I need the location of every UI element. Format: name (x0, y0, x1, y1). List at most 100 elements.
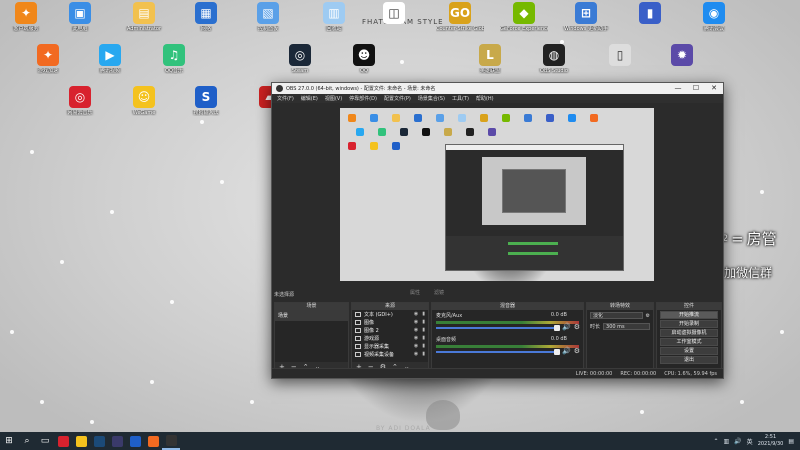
control-button[interactable]: 启动虚拟摄像机 (660, 329, 718, 337)
control-button[interactable]: 退出 (660, 356, 718, 364)
desktop-icon[interactable]: ◎ Steam (276, 44, 324, 74)
source-item[interactable]: 显示器采集 ◉ ▮ (352, 342, 428, 350)
desktop-icon[interactable]: S 搜狗输入法 (182, 86, 230, 116)
desktop-icon[interactable]: ✦ 客户端服务 (2, 2, 50, 32)
visibility-eye-icon[interactable]: ◉ (414, 335, 418, 341)
control-button[interactable]: 设置 (660, 347, 718, 355)
source-item[interactable]: 游戏源 ◉ ▮ (352, 334, 428, 342)
source-type-icon (355, 343, 361, 349)
slider-handle[interactable] (554, 349, 560, 355)
lock-icon[interactable]: ▮ (422, 319, 425, 325)
visibility-eye-icon[interactable]: ◉ (414, 327, 418, 333)
lock-icon[interactable]: ▮ (422, 327, 425, 333)
menu-item[interactable]: 场景集合(S) (418, 95, 445, 102)
desktop-icon[interactable]: ▶ 腾讯视频 (86, 44, 134, 74)
search-icon[interactable]: ⌕ (18, 432, 36, 450)
taskbar-app[interactable] (54, 432, 72, 450)
menu-item[interactable]: 文件(F) (277, 95, 294, 102)
source-item[interactable]: 文本 (GDI+) ◉ ▮ (352, 310, 428, 318)
desktop-icon[interactable]: ✦ 游戏加速 (24, 44, 72, 74)
taskbar-app[interactable] (90, 432, 108, 450)
preview-app-icon (436, 114, 444, 122)
filters-button[interactable]: 滤镜 (434, 289, 444, 296)
lock-icon[interactable]: ▮ (422, 335, 425, 341)
no-source-selected-label: 未选择源 (274, 292, 295, 298)
menu-item[interactable]: 帮助(H) (476, 95, 494, 102)
properties-button[interactable]: 属性 (410, 289, 420, 296)
volume-slider[interactable] (436, 325, 560, 331)
desktop-icon[interactable]: ◆ GeForce Experience (500, 2, 548, 32)
desktop-icon[interactable]: ☺ WeGame (120, 86, 168, 116)
duration-input[interactable]: 300 ms (603, 323, 650, 330)
scene-item[interactable]: 场景 (275, 310, 348, 321)
lock-icon[interactable]: ▮ (422, 351, 425, 357)
clock[interactable]: 2:51 2021/9/30 (758, 434, 784, 448)
desktop-icon[interactable]: ▤ Administrator (120, 2, 168, 32)
visibility-eye-icon[interactable]: ◉ (414, 343, 418, 349)
lock-icon[interactable]: ▮ (422, 343, 425, 349)
desktop-icon[interactable]: ☻ QQ (340, 44, 388, 74)
volume-icon[interactable]: 🔊 (734, 438, 741, 445)
menu-item[interactable]: 工具(T) (452, 95, 469, 102)
app-icon: ▧ (257, 2, 279, 24)
control-button[interactable]: 工作室模式 (660, 338, 718, 346)
control-button[interactable]: 开始推流 (660, 311, 718, 319)
minimize-icon[interactable]: — (669, 83, 687, 94)
desktop-icon[interactable]: ▯ (596, 44, 644, 68)
source-item[interactable]: 图像 2 ◉ ▮ (352, 326, 428, 334)
volume-slider[interactable] (436, 349, 560, 355)
menu-item[interactable]: 停靠部件(D) (349, 95, 377, 102)
menu-item[interactable]: 视图(V) (325, 95, 342, 102)
gear-icon[interactable]: ⚙ (646, 313, 650, 319)
gear-icon[interactable]: ⚙ (574, 323, 580, 331)
obs-window[interactable]: OBS 27.0.0 (64-bit, windows) - 配置文件: 未命名… (271, 82, 724, 379)
network-icon[interactable]: ▥ (724, 438, 730, 445)
chevron-up-icon[interactable]: ⌃ (713, 438, 718, 445)
snowflake (30, 150, 34, 154)
desktop-icon[interactable]: ✹ (658, 44, 706, 68)
taskbar-app[interactable] (126, 432, 144, 450)
taskbar-app[interactable] (72, 432, 90, 450)
visibility-eye-icon[interactable]: ◉ (414, 319, 418, 325)
desktop-icon[interactable]: ▦ 网络 (182, 2, 230, 32)
visibility-eye-icon[interactable]: ◉ (414, 311, 418, 317)
slider-handle[interactable] (554, 325, 560, 331)
app-icon: GO (449, 2, 471, 24)
visibility-eye-icon[interactable]: ◉ (414, 351, 418, 357)
source-item[interactable]: 视频采集设备 ◉ ▮ (352, 350, 428, 358)
desktop-icon[interactable]: ▥ 回收站 (310, 2, 358, 32)
transition-select[interactable]: 淡化 (590, 312, 643, 319)
taskbar-app[interactable] (108, 432, 126, 450)
taskbar-app[interactable] (144, 432, 162, 450)
desktop-icon[interactable]: ◉ 腾讯会议 (690, 2, 738, 32)
source-name: 视频采集设备 (364, 351, 395, 358)
obs-preview[interactable] (340, 108, 654, 281)
windows-start-icon[interactable]: ⊞ (0, 432, 18, 450)
taskbar-app[interactable] (162, 432, 180, 450)
task-view-icon[interactable]: ▭ (36, 432, 54, 450)
desktop-icon[interactable]: ▣ 此电脑 (56, 2, 104, 32)
desktop-icon[interactable]: ♫ QQ音乐 (150, 44, 198, 74)
source-item[interactable]: 图像 ◉ ▮ (352, 318, 428, 326)
desktop-icon[interactable]: ◎ 网易云音乐 (56, 86, 104, 116)
desktop-icon[interactable]: L 英雄联盟 (466, 44, 514, 74)
obs-titlebar[interactable]: OBS 27.0.0 (64-bit, windows) - 配置文件: 未命名… (272, 83, 723, 94)
desktop-icon[interactable]: ◍ OBS Studio (530, 44, 578, 74)
notification-icon[interactable]: ▤ (788, 438, 794, 445)
speaker-icon[interactable]: 🔊 (562, 347, 571, 355)
desktop-icon[interactable]: GO Counter-Strike Global Offensive (436, 2, 484, 32)
lock-icon[interactable]: ▮ (422, 311, 425, 317)
speaker-icon[interactable]: 🔊 (562, 323, 571, 331)
system-tray: ⌃ ▥ 🔊 英 2:51 2021/9/30 ▤ (713, 434, 800, 448)
control-button[interactable]: 开始录制 (660, 320, 718, 328)
menu-item[interactable]: 配置文件(P) (384, 95, 411, 102)
desktop-icon[interactable]: ▧ 控制面板 (244, 2, 292, 32)
gear-icon[interactable]: ⚙ (574, 347, 580, 355)
desktop-icon[interactable]: ▮ (626, 2, 674, 26)
maximize-icon[interactable]: ☐ (687, 83, 705, 94)
input-method[interactable]: 英 (747, 437, 753, 446)
desktop-icon[interactable]: ◫ (370, 2, 418, 26)
desktop-icon[interactable]: ⊞ Windows 更新助手 (562, 2, 610, 32)
close-icon[interactable]: ✕ (705, 83, 723, 94)
menu-item[interactable]: 编辑(E) (301, 95, 318, 102)
